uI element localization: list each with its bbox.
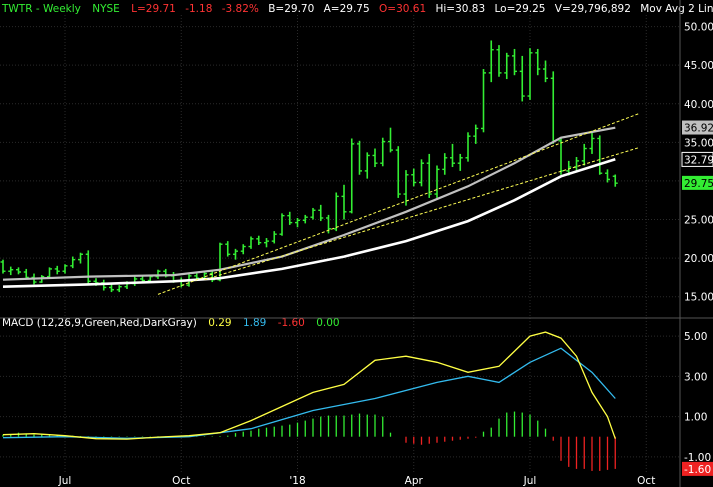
x-tick-label: Jul xyxy=(523,475,537,487)
macd-tick-label: 5.00 xyxy=(684,331,707,343)
header-last: L=29.71 xyxy=(131,3,176,15)
header-pct: -3.82% xyxy=(222,3,259,15)
x-tick-label: Oct xyxy=(172,475,190,487)
x-tick-label: Jul xyxy=(58,475,72,487)
x-tick-label: Apr xyxy=(405,475,424,487)
macd-value-4: 0.00 xyxy=(316,317,339,329)
x-tick-label: Oct xyxy=(637,475,655,487)
price-label: 29.75 xyxy=(684,178,713,190)
macd-value-3: -1.60 xyxy=(278,317,305,329)
header-exchange: NYSE xyxy=(92,3,120,15)
price-tick-label: 45.00 xyxy=(684,60,713,72)
header-high: Hi=30.83 xyxy=(435,3,485,15)
header-change: -1.18 xyxy=(185,3,212,15)
macd-value-2: 1.89 xyxy=(243,317,266,329)
macd-tick-label: 3.00 xyxy=(684,371,707,383)
svg-text:MACD (12,26,9,Green,Red,DarkGr: MACD (12,26,9,Green,Red,DarkGray) 0.29 1… xyxy=(2,317,340,329)
macd-label: MACD (12,26,9,Green,Red,DarkGray) xyxy=(2,317,197,329)
price-label: 36.92 xyxy=(684,123,713,135)
price-tick-label: 15.00 xyxy=(684,292,713,304)
header-volume: V=29,796,892 xyxy=(555,3,631,15)
price-tick-label: 50.00 xyxy=(684,22,713,34)
svg-text:TWTR - Weekly NYSE L=2: TWTR - Weekly NYSE L=29.71 -1.18 -3.82% … xyxy=(1,3,713,15)
x-tick-label: '18 xyxy=(289,475,305,487)
macd-tick-label: 1.00 xyxy=(684,412,707,424)
price-tick-label: 40.00 xyxy=(684,99,713,111)
header-study: Mov Avg 2 Lines (Close,2 xyxy=(640,3,713,15)
price-tick-label: 20.00 xyxy=(684,253,713,265)
header-symbol: TWTR - Weekly xyxy=(1,3,81,15)
macd-value-1: 0.29 xyxy=(208,317,231,329)
header-ask: A=29.75 xyxy=(324,3,370,15)
macd-current-label: -1.60 xyxy=(684,464,711,476)
price-tick-label: 35.00 xyxy=(684,137,713,149)
price-tick-label: 25.00 xyxy=(684,215,713,227)
stock-chart: TWTR - Weekly NYSE L=29.71 -1.18 -3.82% … xyxy=(0,0,713,487)
header-bid: B=29.70 xyxy=(268,3,314,15)
price-label: 32.79 xyxy=(684,154,713,166)
header-low: Lo=29.25 xyxy=(495,3,546,15)
header-open: O=30.61 xyxy=(379,3,426,15)
